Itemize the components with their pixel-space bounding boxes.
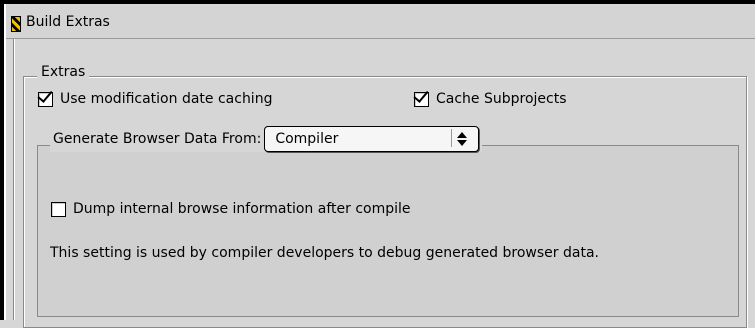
browser-data-help-text: This setting is used by compiler develop… [50, 245, 599, 261]
extras-group-legend: Extras [37, 64, 90, 80]
build-extras-window: Build Extras Extras Use modification dat… [0, 0, 755, 328]
checkbox-unchecked-icon[interactable] [51, 201, 66, 217]
panel-grip-icon[interactable] [11, 16, 21, 32]
use-mod-date-caching-checkbox[interactable]: Use modification date caching [38, 91, 272, 107]
use-mod-date-caching-label: Use modification date caching [60, 91, 273, 107]
browser-data-group-legend: Generate Browser Data From: Compiler [50, 126, 483, 152]
popup-arrows-icon[interactable] [454, 131, 470, 147]
panel-titlebar: Build Extras [6, 6, 755, 39]
checkbox-checked-icon[interactable] [38, 91, 53, 107]
cache-subprojects-label: Cache Subprojects [436, 91, 567, 107]
window-frame-top [0, 0, 755, 4]
dump-browse-info-label: Dump internal browse information after c… [73, 201, 411, 217]
popup-selected-value: Compiler [275, 131, 339, 147]
popup-separator [451, 129, 453, 147]
checkbox-checked-icon[interactable] [414, 91, 429, 107]
panel-title: Build Extras [26, 14, 110, 30]
cache-subprojects-checkbox[interactable]: Cache Subprojects [414, 91, 567, 107]
dump-browse-info-checkbox[interactable]: Dump internal browse information after c… [51, 201, 411, 217]
panel-divider-highlight [14, 39, 15, 320]
browser-data-legend-label: Generate Browser Data From: [53, 131, 262, 147]
browser-data-group-box [37, 145, 739, 317]
window-frame-highlight [4, 4, 6, 320]
browser-data-source-popup[interactable]: Compiler [264, 126, 480, 152]
